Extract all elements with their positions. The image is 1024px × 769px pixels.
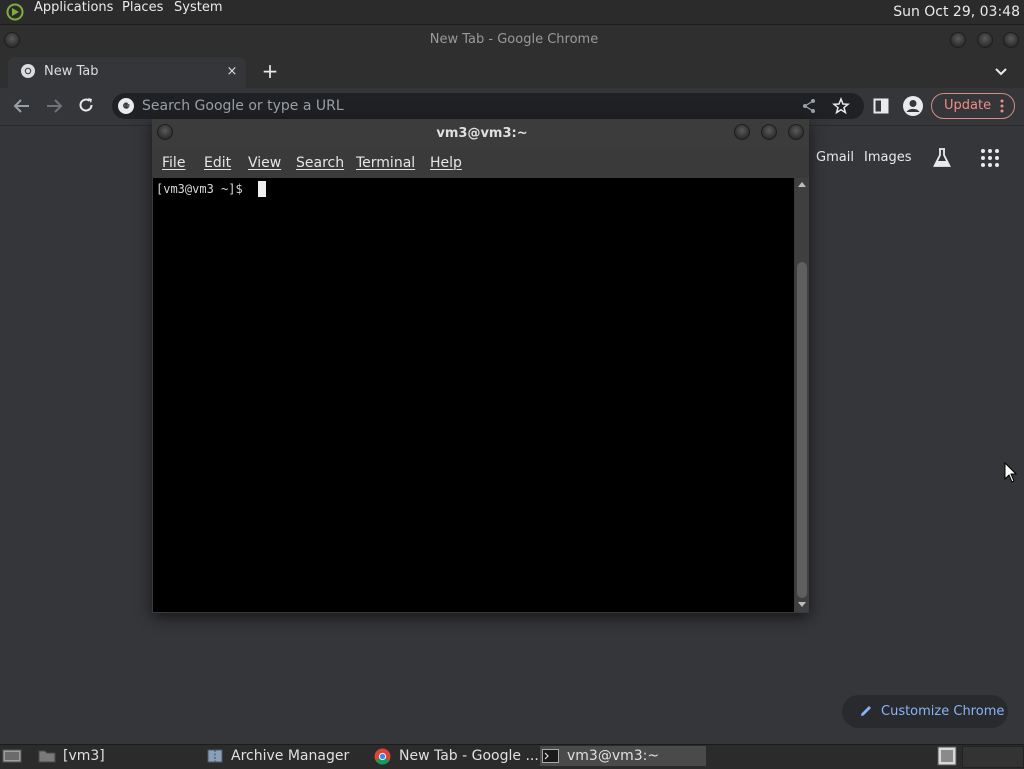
terminal-scrollbar-thumb[interactable] [797, 262, 807, 598]
pencil-icon [861, 706, 871, 716]
customize-chrome-label: Customize Chrome [881, 704, 1005, 719]
taskbar-item-terminal[interactable]: vm3@vm3:~ [567, 745, 659, 767]
clock[interactable]: Sun Oct 29, 03:48 [893, 0, 1020, 24]
share-icon[interactable] [800, 97, 818, 115]
terminal-title: vm3@vm3:~ [436, 126, 528, 141]
folder-icon [38, 750, 56, 763]
labs-flask-icon[interactable] [932, 147, 952, 169]
tab-title: New Tab [44, 64, 99, 79]
new-tab-button[interactable]: + [260, 60, 280, 82]
tab-search-chevron-icon[interactable] [992, 62, 1010, 80]
chrome-taskbar-icon [374, 748, 391, 765]
side-panel-icon[interactable] [872, 97, 890, 115]
terminal-menu-file[interactable]: File [162, 153, 185, 173]
kebab-menu-icon[interactable] [998, 98, 1006, 114]
minimize-button[interactable] [950, 32, 966, 48]
terminal-menu-search[interactable]: Search [296, 153, 344, 173]
reload-icon[interactable] [77, 96, 95, 114]
close-window-button[interactable] [1003, 32, 1019, 48]
terminal-maximize-button[interactable] [761, 124, 777, 140]
forward-arrow-icon[interactable] [44, 97, 64, 115]
places-menu[interactable]: Places [122, 0, 163, 15]
scroll-up-arrow-icon[interactable] [797, 180, 807, 188]
tab-close-icon[interactable]: × [224, 62, 240, 82]
google-g-icon [118, 98, 134, 114]
shell-prompt: [vm3@vm3 ~]$ [156, 182, 250, 196]
taskbar-item-vm3[interactable]: [vm3] [63, 745, 105, 767]
profile-avatar-icon[interactable] [902, 95, 924, 117]
mouse-pointer-icon [1004, 462, 1018, 483]
chrome-window-title: New Tab - Google Chrome [429, 32, 599, 47]
terminal-menu-terminal[interactable]: Terminal [356, 153, 415, 173]
taskbar-item-chrome[interactable]: New Tab - Google ... [399, 745, 539, 767]
back-arrow-icon[interactable] [12, 97, 32, 115]
terminal-menu-help[interactable]: Help [430, 153, 462, 173]
taskbar-item-archive-manager[interactable]: Archive Manager [231, 745, 349, 767]
workspace-2[interactable] [962, 746, 1024, 768]
omnibox-placeholder[interactable]: Search Google or type a URL [142, 96, 344, 116]
update-label: Update [944, 98, 992, 113]
terminal-screen[interactable] [153, 178, 794, 612]
terminal-minimize-button[interactable] [734, 124, 750, 140]
scroll-down-arrow-icon[interactable] [797, 601, 807, 609]
applications-menu[interactable]: Applications [34, 0, 113, 15]
text-cursor [258, 181, 266, 197]
gmail-link[interactable]: Gmail [816, 148, 854, 168]
terminal-taskbar-icon [542, 749, 559, 763]
terminal-menu-edit[interactable]: Edit [204, 153, 231, 173]
maximize-button[interactable] [977, 32, 993, 48]
distro-logo-icon[interactable] [6, 3, 26, 21]
workspace-switcher-icon[interactable] [937, 746, 957, 766]
archive-manager-icon [207, 749, 223, 763]
terminal-close-button[interactable] [788, 124, 804, 140]
system-menu[interactable]: System [174, 0, 222, 15]
images-link[interactable]: Images [864, 148, 912, 168]
terminal-menu-view[interactable]: View [248, 153, 281, 173]
chrome-favicon-icon [21, 64, 35, 78]
apps-grid-icon[interactable] [980, 148, 1000, 168]
bookmark-star-icon[interactable] [832, 97, 850, 115]
show-desktop-icon[interactable] [2, 748, 22, 764]
